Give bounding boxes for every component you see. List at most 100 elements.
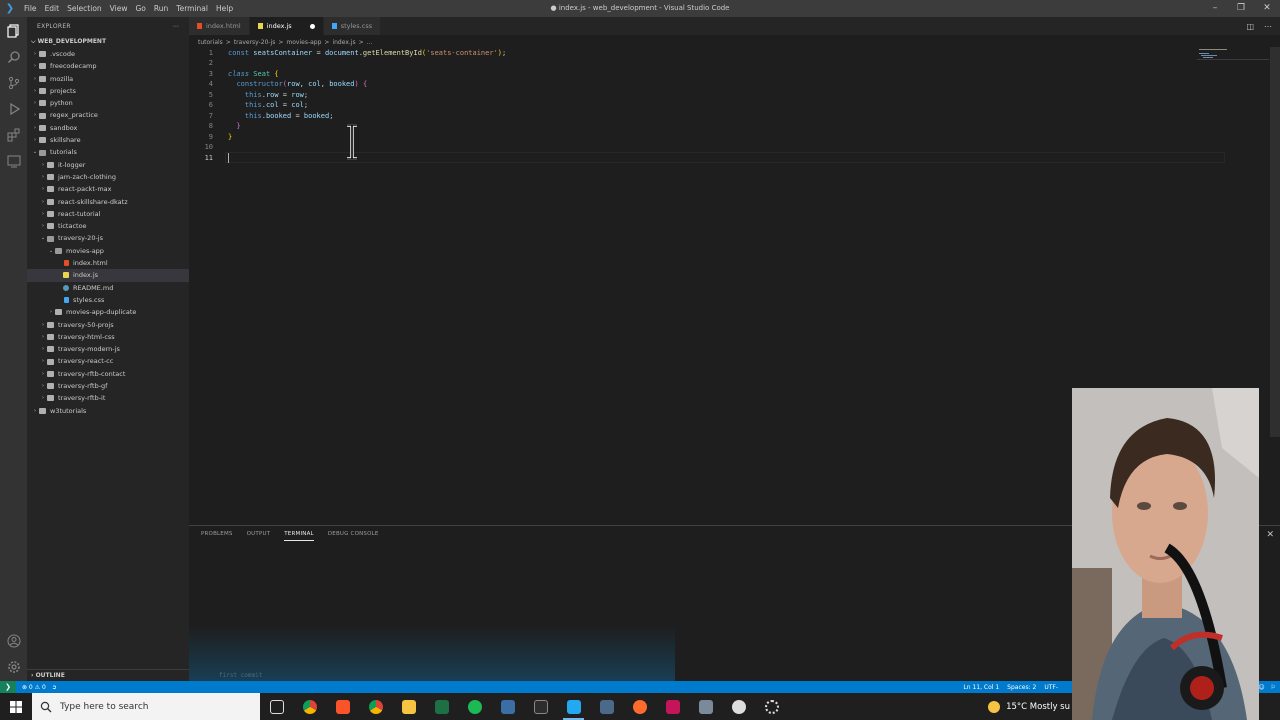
tree-folder[interactable]: › python: [27, 97, 189, 109]
brave-alt-icon[interactable]: [623, 693, 656, 720]
cursor-position[interactable]: Ln 11, Col 1: [963, 684, 999, 691]
outline-section[interactable]: › OUTLINE: [27, 669, 189, 681]
indentation[interactable]: Spaces: 2: [1007, 684, 1036, 691]
menu-item-selection[interactable]: Selection: [63, 0, 106, 17]
tree-folder[interactable]: › traversy-html-css: [27, 331, 189, 343]
tree-folder[interactable]: › mozilla: [27, 73, 189, 85]
tree-folder[interactable]: › regex_practice: [27, 109, 189, 121]
line-number: 2: [208, 59, 213, 67]
menu-item-view[interactable]: View: [106, 0, 132, 17]
settings-icon[interactable]: [755, 693, 788, 720]
excel-icon[interactable]: [425, 693, 458, 720]
problems-count[interactable]: ⊗ 0 ⚠ 0: [22, 684, 46, 691]
breadcrumb-item[interactable]: traversy-20-js: [234, 39, 276, 46]
remote-explorer-icon[interactable]: [6, 153, 21, 168]
maximize-icon[interactable]: ❐: [1228, 0, 1254, 17]
feedback-icon[interactable]: ☺: [1258, 684, 1264, 691]
close-panel-icon[interactable]: ✕: [1266, 530, 1274, 540]
tree-folder[interactable]: › traversy-rftb-gf: [27, 380, 189, 392]
ship-icon[interactable]: [689, 693, 722, 720]
file-explorer-icon[interactable]: [392, 693, 425, 720]
more-actions-icon[interactable]: ⋯: [173, 23, 179, 30]
tab-styles-css[interactable]: styles.css: [323, 17, 382, 35]
menu-item-go[interactable]: Go: [131, 0, 149, 17]
tree-file[interactable]: index.js: [27, 269, 189, 282]
breadcrumb-item[interactable]: ...: [367, 39, 373, 46]
tree-folder[interactable]: ⌄ tutorials: [27, 146, 189, 158]
tree-file[interactable]: styles.css: [27, 294, 189, 306]
breadcrumb-item[interactable]: index.js: [332, 39, 355, 46]
tree-folder[interactable]: › jam-zach-clothing: [27, 171, 189, 183]
tree-folder[interactable]: › skillshare: [27, 134, 189, 146]
menu-item-run[interactable]: Run: [150, 0, 172, 17]
recorder-icon[interactable]: [722, 693, 755, 720]
explorer-icon[interactable]: [6, 23, 21, 38]
tree-folder[interactable]: › traversy-modern-js: [27, 343, 189, 355]
brave-icon[interactable]: [326, 693, 359, 720]
unsaved-dot-icon[interactable]: [309, 23, 315, 29]
vscode-taskbar-icon[interactable]: [557, 693, 590, 720]
windows-start-icon[interactable]: [0, 693, 32, 720]
folder-icon: [47, 333, 54, 340]
tree-folder[interactable]: › sandbox: [27, 122, 189, 134]
run-debug-icon[interactable]: [6, 101, 21, 116]
panel-tab-debug-console[interactable]: DEBUG CONSOLE: [328, 531, 379, 541]
terminal-icon[interactable]: [524, 693, 557, 720]
tree-file[interactable]: README.md: [27, 282, 189, 294]
workspace-root[interactable]: ⌵ WEB_DEVELOPMENT: [27, 36, 189, 48]
tree-folder[interactable]: › projects: [27, 85, 189, 97]
source-control-icon[interactable]: [6, 75, 21, 90]
encoding[interactable]: UTF-: [1044, 684, 1058, 691]
menu-item-edit[interactable]: Edit: [41, 0, 64, 17]
calculator-icon[interactable]: [491, 693, 524, 720]
tab-index-js[interactable]: index.js: [249, 17, 324, 35]
obs-icon[interactable]: [656, 693, 689, 720]
more-actions-icon[interactable]: ⋯: [1264, 22, 1272, 31]
taskbar-search[interactable]: Type here to search: [32, 693, 260, 720]
tree-folder[interactable]: › w3tutorials: [27, 405, 189, 417]
extensions-icon[interactable]: [6, 127, 21, 142]
menu-item-file[interactable]: File: [20, 0, 41, 17]
tree-folder[interactable]: › traversy-rftb-it: [27, 392, 189, 404]
notifications-icon[interactable]: ⚐: [1271, 684, 1276, 691]
spotify-icon[interactable]: [458, 693, 491, 720]
tree-folder[interactable]: › .vscode: [27, 48, 189, 60]
tree-folder[interactable]: › react-tutorial: [27, 208, 189, 220]
tree-folder[interactable]: › it-logger: [27, 159, 189, 171]
weather-text[interactable]: 15°C Mostly su: [1006, 702, 1070, 712]
panel-tab-terminal[interactable]: TERMINAL: [284, 531, 314, 541]
chrome-icon[interactable]: [293, 693, 326, 720]
panel-tab-problems[interactable]: PROBLEMS: [201, 531, 233, 541]
tree-folder[interactable]: › traversy-50-projs: [27, 319, 189, 331]
tree-folder[interactable]: › movies-app-duplicate: [27, 306, 189, 318]
minimap-line: [1199, 49, 1227, 50]
tree-folder[interactable]: ⌄ traversy-20-js: [27, 232, 189, 244]
tree-folder[interactable]: ⌄ movies-app: [27, 245, 189, 257]
tree-folder[interactable]: › freecodecamp: [27, 60, 189, 72]
tree-folder[interactable]: › tictactoe: [27, 220, 189, 232]
breadcrumb-item[interactable]: movies-app: [286, 39, 321, 46]
split-editor-icon[interactable]: ◫: [1246, 22, 1254, 31]
weather-icon[interactable]: [988, 700, 1001, 713]
tree-folder[interactable]: › react-skillshare-dkatz: [27, 196, 189, 208]
vertical-scrollbar[interactable]: [1270, 47, 1280, 437]
panel-tab-output[interactable]: OUTPUT: [247, 531, 271, 541]
account-icon[interactable]: [6, 633, 21, 648]
breadcrumb-item[interactable]: tutorials: [198, 39, 223, 46]
tree-folder[interactable]: › traversy-react-cc: [27, 355, 189, 367]
tree-folder[interactable]: › traversy-rftb-contact: [27, 368, 189, 380]
minimize-icon[interactable]: –: [1202, 0, 1228, 17]
chrome-alt-icon[interactable]: [359, 693, 392, 720]
close-icon[interactable]: ✕: [1254, 0, 1280, 17]
tree-folder[interactable]: › react-packt-max: [27, 183, 189, 195]
menu-item-terminal[interactable]: Terminal: [172, 0, 212, 17]
menu-item-help[interactable]: Help: [212, 0, 237, 17]
kdenlive-icon[interactable]: [590, 693, 623, 720]
remote-indicator-icon[interactable]: ❯: [0, 681, 16, 693]
settings-gear-icon[interactable]: [6, 659, 21, 674]
live-share-icon[interactable]: ➲: [52, 684, 57, 691]
tab-index-html[interactable]: index.html: [189, 17, 250, 35]
tree-file[interactable]: index.html: [27, 257, 189, 269]
task-view-icon[interactable]: [260, 693, 293, 720]
search-icon[interactable]: [6, 49, 21, 64]
